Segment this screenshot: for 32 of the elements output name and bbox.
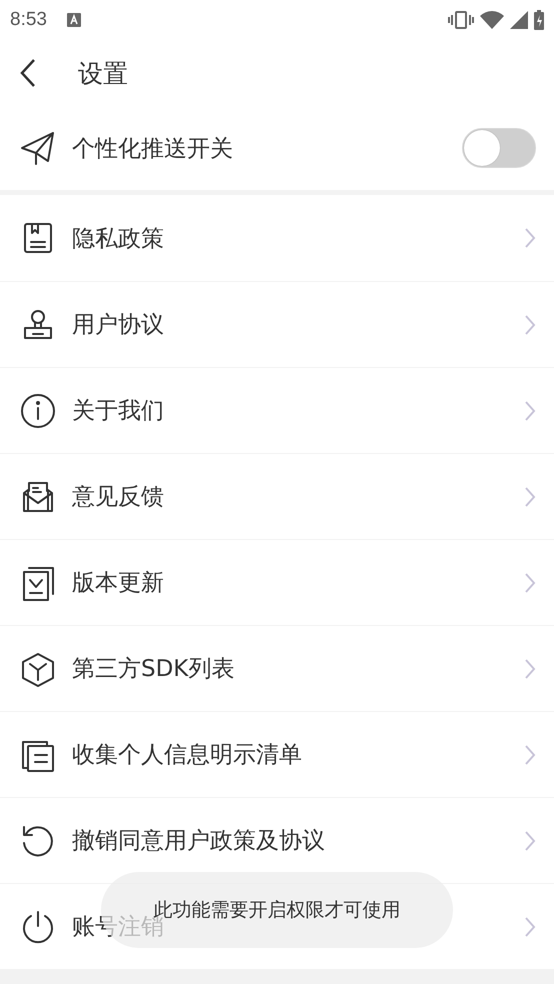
menu-item[interactable]: 第三方SDK列表 — [72, 653, 234, 684]
cube-icon — [20, 650, 56, 686]
menu-item[interactable]: 关于我们 — [72, 395, 164, 426]
download-icon — [20, 564, 56, 600]
vibrate-icon — [448, 10, 474, 30]
menu-item[interactable]: 意见反馈 — [72, 481, 164, 512]
notification-icon — [66, 13, 81, 27]
status-time: 8:53 — [10, 9, 47, 31]
page-title: 设置 — [78, 58, 128, 90]
chevron-right-icon — [524, 227, 536, 249]
menu-item[interactable]: 撤销同意用户政策及协议 — [72, 825, 325, 856]
back-button[interactable] — [18, 57, 38, 89]
wifi-icon — [480, 11, 504, 29]
battery-icon — [534, 10, 544, 30]
chevron-right-icon — [524, 486, 536, 508]
chevron-right-icon — [524, 400, 536, 422]
menu-item[interactable]: 收集个人信息明示清单 — [72, 739, 302, 770]
chevron-right-icon — [524, 314, 536, 336]
signal-icon — [510, 11, 528, 29]
setting-label: 个性化推送开关 — [72, 134, 233, 164]
chevron-right-icon — [524, 744, 536, 766]
chevron-right-icon — [524, 916, 536, 938]
info-icon — [20, 392, 56, 428]
menu-item[interactable]: 用户协议 — [72, 309, 164, 340]
paper-plane-icon — [20, 130, 56, 166]
chevron-right-icon — [524, 830, 536, 852]
menu-item[interactable]: 版本更新 — [72, 567, 164, 598]
power-icon — [20, 908, 56, 944]
toggle-switch[interactable] — [462, 128, 536, 168]
chevron-right-icon — [524, 572, 536, 594]
chevron-right-icon — [524, 658, 536, 680]
menu-item[interactable]: 隐私政策 — [72, 222, 164, 254]
